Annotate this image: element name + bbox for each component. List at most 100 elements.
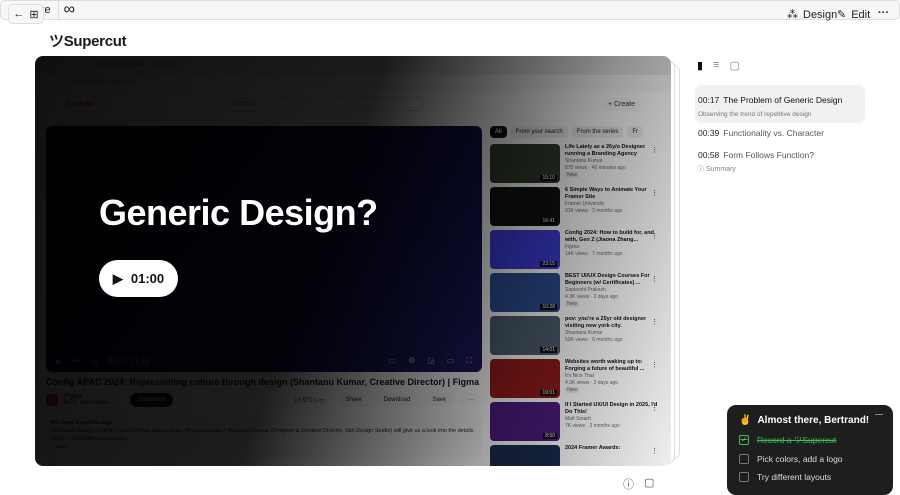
edit-button[interactable]: ✎ Edit [837, 8, 871, 22]
more-button[interactable]: ··· [878, 7, 889, 19]
filter-chip: Fr [627, 126, 644, 138]
bottom-icons: ⓘ ▢ [623, 476, 654, 492]
chapter-title: The Problem of Generic Design [723, 95, 843, 105]
checkbox[interactable] [739, 454, 749, 464]
rec-meta: 7K views · 3 months ago [565, 423, 620, 429]
recommendation-item: 2024 Framer Awards: ⋮ [490, 445, 660, 466]
description-more: ...more [51, 444, 69, 450]
edit-label: Edit [851, 8, 871, 21]
checkbox[interactable] [739, 472, 749, 482]
rec-channel: It's Nice That [565, 373, 594, 379]
rec-title: 6 Simple Ways to Animate Your Framer Sit… [565, 187, 647, 200]
play-button[interactable]: ▶ 01:00 [99, 260, 178, 297]
rec-meta: 4.3K views · 2 days ago [565, 294, 619, 300]
subscribe-button: Subscribe [130, 393, 174, 407]
duration: 23:15 [540, 261, 557, 267]
recommendation-item: 19:01 Websites worth waking up to: Forgi… [490, 359, 660, 402]
video-thumbnail: 23:15 [490, 230, 560, 269]
back-button[interactable]: ← ⊞ [8, 4, 44, 24]
rec-channel: Matt Smartt [565, 416, 591, 422]
settings-icon: ⚙ [408, 356, 416, 365]
checkbox[interactable]: ✓ [739, 435, 749, 445]
kebab-menu-icon: ⋮ [651, 448, 658, 455]
logo-text: Supercut [63, 33, 127, 50]
checklist-item[interactable]: ✓ Record a ツSupercut [739, 434, 881, 446]
copy-link-button[interactable]: ∞ [57, 1, 80, 19]
time-readout: 0:00 / 11:53 [108, 356, 150, 366]
chapter-title: Functionality vs. Character [723, 128, 824, 138]
minimize-button[interactable] [875, 414, 883, 415]
thumbs-up-icon: 👍︎ [294, 398, 301, 404]
channel-row: Figma 617K subscribers Subscribe 👍︎ 571 |… [46, 392, 482, 408]
description-meta: 8K views 6 months ago [51, 420, 112, 426]
checklist-title: Almost there, Bertrand! [757, 415, 870, 426]
help-icon[interactable]: ⓘ [623, 476, 634, 492]
volume-icon: ◁) [89, 356, 99, 366]
chapter-subtitle: Observing the trend of repetitive design [698, 111, 812, 118]
kebab-menu-icon: ⋮ [651, 233, 658, 240]
chapter-time: 00:17 [698, 95, 720, 105]
transcript-icon[interactable]: ≡ [713, 59, 719, 72]
next-icon: ⏭ [72, 356, 80, 365]
rec-channel: Saptarshi Prakash [565, 287, 606, 293]
design-button[interactable]: ⁂ Design [787, 8, 838, 22]
chat-icon[interactable]: ▢ [644, 476, 654, 492]
duration: 15:10 [540, 175, 557, 181]
video-title: Config APAC 2024: Representing culture t… [46, 377, 480, 387]
chapter-time: 00:39 [698, 128, 720, 138]
rec-info: pov: you're a 25yr old designer visiting… [565, 316, 660, 359]
duration: 16:41 [540, 218, 557, 224]
grid-icon: ⊞ [29, 8, 39, 21]
recommendation-item: 14:01 pov: you're a 25yr old designer vi… [490, 316, 660, 359]
share-group: ⇧Share ∞ [0, 0, 900, 20]
rec-info: Life Lately as a 26y/o Designer running … [565, 144, 660, 187]
channel-avatar [46, 394, 58, 406]
duration: 10:28 [540, 304, 557, 310]
subscriber-count: 617K subscribers [64, 400, 111, 406]
fullscreen-icon: ⛶ [466, 356, 472, 365]
theater-icon: ▭ [446, 356, 455, 365]
download-action: Download [375, 393, 419, 407]
address-bar: youtube.com/watch?v=... [35, 75, 671, 92]
video-thumbnail: 16:41 [490, 187, 560, 226]
play-time: 01:00 [130, 271, 165, 286]
rec-title: 2024 Framer Awards: [565, 445, 621, 451]
rec-info: Websites worth waking up to: Forging a f… [565, 359, 660, 402]
rec-info: 6 Simple Ways to Animate Your Framer Sit… [565, 187, 660, 230]
play-icon: ▶ [112, 270, 123, 286]
checklist-item[interactable]: Pick colors, add a logo [739, 454, 881, 464]
recommendation-item: 8:50 If I Started UX/UI Design in 2025, … [490, 402, 660, 445]
channel-info: Figma 617K subscribers [64, 394, 110, 406]
kebab-menu-icon: ⋮ [651, 319, 658, 326]
video-thumbnail: 19:01 [490, 359, 560, 398]
rec-title: If I Started UX/UI Design in 2025, I'd D… [565, 402, 658, 415]
rec-title: BEST UI/UX Design Courses For Beginners … [565, 273, 650, 286]
duration: 14:01 [540, 347, 557, 353]
video-thumbnail [490, 445, 560, 466]
summary-link[interactable]: ⓘ Summary [697, 164, 736, 174]
design-label: Design [803, 8, 838, 21]
rec-title: Life Lately as a 26y/o Designer running … [565, 144, 646, 157]
task-list: ✓ Record a ツSupercut Pick colors, add a lo… [739, 434, 881, 482]
video-thumbnail: 14:01 [490, 316, 560, 355]
kebab-menu-icon: ⋮ [651, 190, 658, 197]
comment-icon[interactable]: ▢ [729, 59, 739, 72]
rec-meta: 875 views · 46 minutes ago [565, 165, 626, 171]
video-thumbnail: 10:28 [490, 273, 560, 312]
youtube-logo: YouTube [65, 100, 94, 108]
checklist-item[interactable]: Try different layouts [739, 472, 881, 482]
new-badge: New [565, 172, 580, 178]
arrow-left-icon: ← [13, 8, 25, 20]
video-frame[interactable]: Config APAC 2024 - YouTube youtube.com/w… [35, 56, 671, 466]
task-label: Try different layouts [757, 472, 832, 482]
recommendation-item: 16:41 6 Simple Ways to Animate Your Fram… [490, 187, 660, 230]
bookmark-icon[interactable]: ▮ [697, 59, 703, 72]
summary-icon: ⓘ [697, 166, 704, 173]
task-label: Pick colors, add a logo [757, 454, 843, 464]
rec-channel: Framer University [565, 201, 605, 207]
browser-tab: Config APAC 2024 - YouTube [35, 56, 671, 75]
new-badge: New [565, 387, 580, 393]
recommendation-list: 15:10 Life Lately as a 26y/o Designer ru… [490, 144, 660, 466]
rec-channel: Shantanu Kumar [565, 330, 603, 336]
kebab-menu-icon: ⋮ [651, 147, 658, 154]
